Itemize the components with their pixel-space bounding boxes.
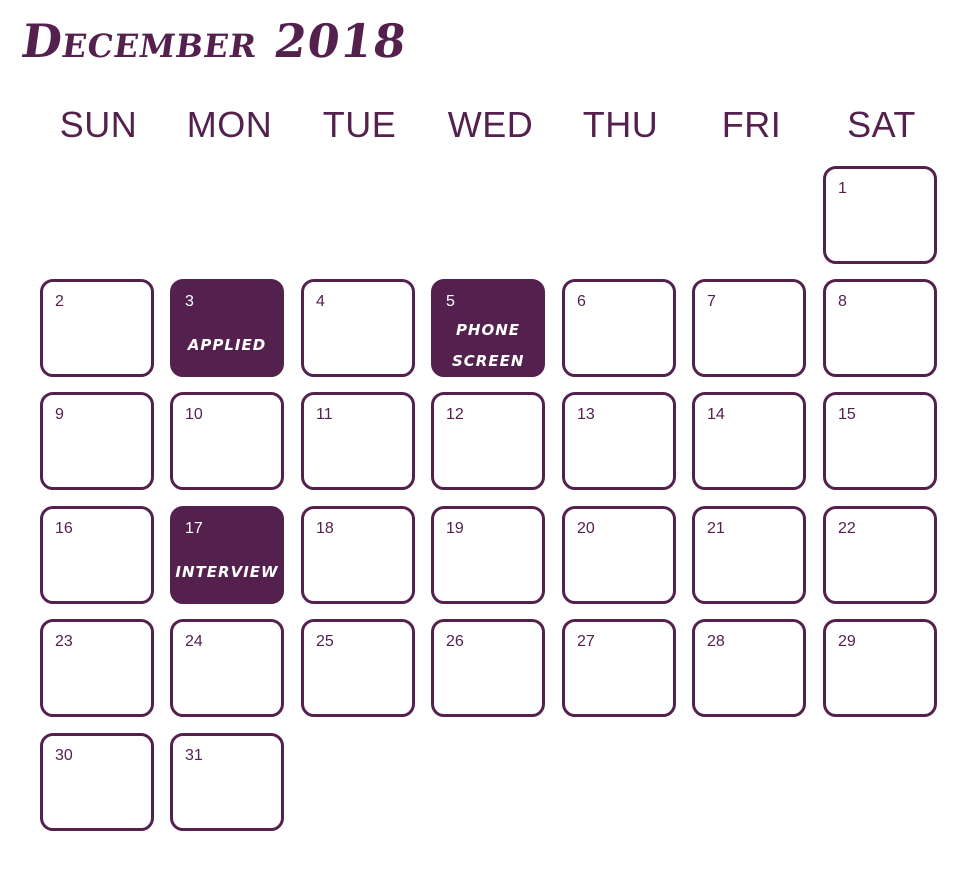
day-number: 3 xyxy=(185,293,194,310)
day-cell-30[interactable]: 30 xyxy=(40,733,154,831)
day-cell-12[interactable]: 12 xyxy=(431,392,545,490)
day-number: 24 xyxy=(185,633,203,650)
day-number: 13 xyxy=(577,406,595,423)
weekday-sun: SUN xyxy=(59,104,138,145)
day-number: 11 xyxy=(316,406,333,423)
day-number: 20 xyxy=(577,520,595,537)
day-cell-25[interactable]: 25 xyxy=(301,619,415,717)
day-number: 1 xyxy=(838,180,847,197)
day-number: 2 xyxy=(55,293,64,310)
day-number: 4 xyxy=(316,293,325,310)
day-cell-16[interactable]: 16 xyxy=(40,506,154,604)
day-cell-6[interactable]: 6 xyxy=(562,279,676,377)
calendar-title: December 2018 xyxy=(18,14,411,68)
day-cell-15[interactable]: 15 xyxy=(823,392,937,490)
day-cell-31[interactable]: 31 xyxy=(170,733,284,831)
event-label: applied xyxy=(187,336,267,354)
day-number: 25 xyxy=(316,633,334,650)
day-number: 16 xyxy=(55,520,73,537)
day-number: 8 xyxy=(838,293,847,310)
day-cell-2[interactable]: 2 xyxy=(40,279,154,377)
day-cell-21[interactable]: 21 xyxy=(692,506,806,604)
day-cell-17[interactable]: 17 interview xyxy=(170,506,284,604)
day-cell-26[interactable]: 26 xyxy=(431,619,545,717)
day-cell-11[interactable]: 11 xyxy=(301,392,415,490)
day-number: 5 xyxy=(446,293,455,310)
day-number: 29 xyxy=(838,633,856,650)
weekday-fri: FRI xyxy=(721,104,782,145)
day-number: 17 xyxy=(185,520,203,537)
day-number: 30 xyxy=(55,747,73,764)
day-number: 15 xyxy=(838,406,856,423)
day-cell-8[interactable]: 8 xyxy=(823,279,937,377)
day-cell-5[interactable]: 5 phone screen xyxy=(431,279,545,377)
day-number: 23 xyxy=(55,633,73,650)
day-cell-1[interactable]: 1 xyxy=(823,166,937,264)
day-cell-9[interactable]: 9 xyxy=(40,392,154,490)
day-number: 27 xyxy=(577,633,595,650)
day-cell-3[interactable]: 3 applied xyxy=(170,279,284,377)
weekday-wed: WED xyxy=(447,104,534,145)
day-number: 7 xyxy=(707,293,716,310)
day-cell-23[interactable]: 23 xyxy=(40,619,154,717)
day-cell-19[interactable]: 19 xyxy=(431,506,545,604)
day-number: 14 xyxy=(707,406,725,423)
day-cell-28[interactable]: 28 xyxy=(692,619,806,717)
day-number: 26 xyxy=(446,633,464,650)
day-number: 21 xyxy=(707,520,725,537)
day-cell-13[interactable]: 13 xyxy=(562,392,676,490)
day-number: 19 xyxy=(446,520,464,537)
day-cell-27[interactable]: 27 xyxy=(562,619,676,717)
day-cell-22[interactable]: 22 xyxy=(823,506,937,604)
weekday-mon: MON xyxy=(186,104,273,145)
day-number: 18 xyxy=(316,520,334,537)
day-cell-18[interactable]: 18 xyxy=(301,506,415,604)
day-cell-24[interactable]: 24 xyxy=(170,619,284,717)
day-cell-20[interactable]: 20 xyxy=(562,506,676,604)
day-number: 28 xyxy=(707,633,725,650)
day-number: 22 xyxy=(838,520,856,537)
day-number: 6 xyxy=(577,293,586,310)
weekday-tue: TUE xyxy=(322,104,397,145)
day-cell-14[interactable]: 14 xyxy=(692,392,806,490)
day-cell-10[interactable]: 10 xyxy=(170,392,284,490)
weekday-thu: THU xyxy=(582,104,659,145)
day-number: 12 xyxy=(446,406,464,423)
day-number: 10 xyxy=(185,406,203,423)
day-cell-29[interactable]: 29 xyxy=(823,619,937,717)
event-label: phone screen xyxy=(452,321,525,370)
day-cell-4[interactable]: 4 xyxy=(301,279,415,377)
day-number: 31 xyxy=(185,747,203,764)
weekday-sat: SAT xyxy=(847,104,916,145)
day-number: 9 xyxy=(55,406,64,423)
day-cell-7[interactable]: 7 xyxy=(692,279,806,377)
event-label: interview xyxy=(175,563,279,581)
calendar-page: December 2018 SUN MON TUE WED THU FRI SA… xyxy=(0,0,971,875)
